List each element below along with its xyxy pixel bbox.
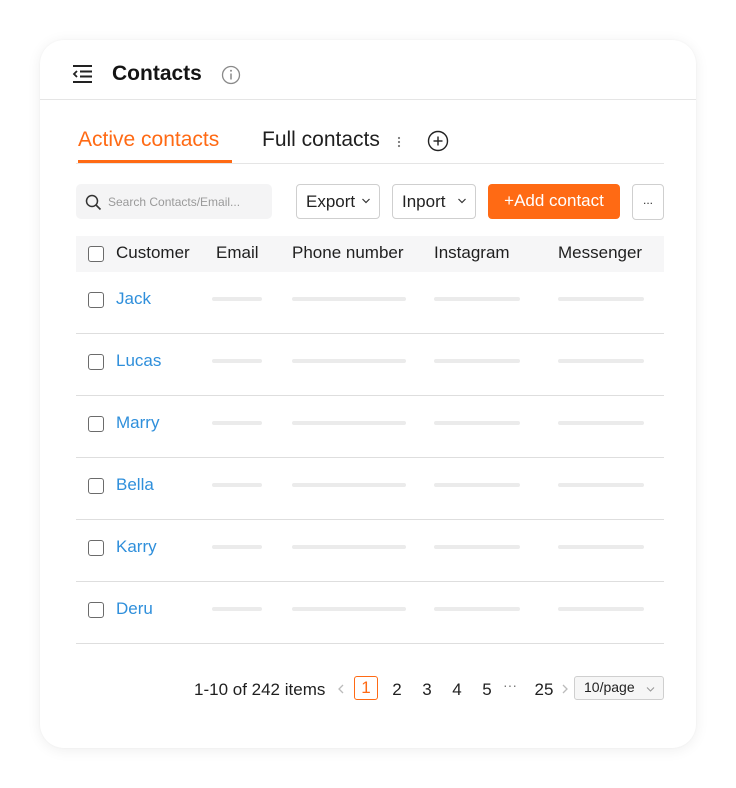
email-placeholder (212, 545, 262, 549)
row-checkbox[interactable] (88, 540, 104, 556)
column-header-customer[interactable]: Customer (116, 243, 190, 263)
row-checkbox[interactable] (88, 478, 104, 494)
table-header: Customer Email Phone number Instagram Me… (76, 236, 664, 272)
row-checkbox[interactable] (88, 416, 104, 432)
messenger-placeholder (558, 545, 644, 549)
chevron-down-icon (362, 198, 370, 204)
column-header-phone[interactable]: Phone number (292, 243, 404, 263)
page-size-select[interactable]: 10/page (574, 676, 664, 700)
row-checkbox[interactable] (88, 602, 104, 618)
phone-placeholder (292, 421, 406, 425)
table-row[interactable]: Jack (76, 272, 664, 334)
phone-placeholder (292, 607, 406, 611)
contact-tabs: Active contacts Full contacts (76, 126, 664, 164)
messenger-placeholder (558, 607, 644, 611)
customer-name-link[interactable]: Jack (116, 289, 151, 309)
email-placeholder (212, 483, 262, 487)
phone-placeholder (292, 359, 406, 363)
instagram-placeholder (434, 483, 520, 487)
table-row[interactable]: Deru (76, 582, 664, 644)
page-button[interactable]: 4 (445, 680, 469, 700)
card-header: Contacts (40, 40, 696, 100)
table-row[interactable]: Bella (76, 458, 664, 520)
customer-name-link[interactable]: Lucas (116, 351, 161, 371)
row-checkbox[interactable] (88, 354, 104, 370)
table-row[interactable]: Karry (76, 520, 664, 582)
add-tab-icon[interactable] (427, 130, 449, 152)
messenger-placeholder (558, 483, 644, 487)
email-placeholder (212, 297, 262, 301)
pagination: 1-10 of 242 items 1 2 3 4 5 ··· 25 10/pa… (40, 674, 696, 704)
info-icon[interactable] (221, 65, 241, 85)
column-header-instagram[interactable]: Instagram (434, 243, 510, 263)
phone-placeholder (292, 297, 406, 301)
import-button[interactable]: Inport (392, 184, 476, 219)
search-box[interactable] (76, 184, 272, 219)
messenger-placeholder (558, 297, 644, 301)
page-button-last[interactable]: 25 (531, 680, 557, 700)
page-button[interactable]: 5 (475, 680, 499, 700)
messenger-placeholder (558, 421, 644, 425)
collapse-menu-icon[interactable] (70, 64, 94, 84)
search-icon (85, 194, 102, 211)
messenger-placeholder (558, 359, 644, 363)
phone-placeholder (292, 545, 406, 549)
tab-full-contacts[interactable]: Full contacts (262, 128, 380, 152)
add-contact-button[interactable]: +Add contact (488, 184, 620, 219)
contacts-card: Contacts Active contacts Full contacts E (40, 40, 696, 748)
customer-name-link[interactable]: Marry (116, 413, 159, 433)
phone-placeholder (292, 483, 406, 487)
customer-name-link[interactable]: Karry (116, 537, 157, 557)
instagram-placeholder (434, 297, 520, 301)
tab-active-contacts[interactable]: Active contacts (78, 128, 219, 152)
page-title: Contacts (112, 62, 202, 85)
export-button-label: Export (306, 192, 356, 211)
select-all-checkbox[interactable] (88, 246, 104, 262)
table-row[interactable]: Lucas (76, 334, 664, 396)
instagram-placeholder (434, 421, 520, 425)
chevron-left-icon[interactable] (337, 683, 345, 695)
tab-options-icon[interactable] (394, 134, 404, 150)
chevron-down-icon (458, 198, 466, 204)
email-placeholder (212, 607, 262, 611)
page-button[interactable]: 2 (385, 680, 409, 700)
email-placeholder (212, 359, 262, 363)
page-button[interactable]: 3 (415, 680, 439, 700)
page-size-label: 10/page (584, 679, 635, 695)
row-checkbox[interactable] (88, 292, 104, 308)
export-button[interactable]: Export (296, 184, 380, 219)
page-ellipsis[interactable]: ··· (503, 677, 517, 693)
search-input[interactable] (108, 184, 268, 219)
pagination-total: 1-10 of 242 items (194, 680, 326, 699)
chevron-right-icon[interactable] (561, 683, 569, 695)
customer-name-link[interactable]: Deru (116, 599, 153, 619)
instagram-placeholder (434, 545, 520, 549)
more-actions-button[interactable]: ... (632, 184, 664, 220)
column-header-messenger[interactable]: Messenger (558, 243, 642, 263)
page-button-current[interactable]: 1 (354, 676, 378, 700)
instagram-placeholder (434, 359, 520, 363)
chevron-down-icon (646, 687, 655, 692)
active-tab-indicator (78, 160, 232, 163)
customer-name-link[interactable]: Bella (116, 475, 154, 495)
import-button-label: Inport (402, 192, 446, 211)
column-header-email[interactable]: Email (216, 243, 259, 263)
instagram-placeholder (434, 607, 520, 611)
table-row[interactable]: Marry (76, 396, 664, 458)
email-placeholder (212, 421, 262, 425)
